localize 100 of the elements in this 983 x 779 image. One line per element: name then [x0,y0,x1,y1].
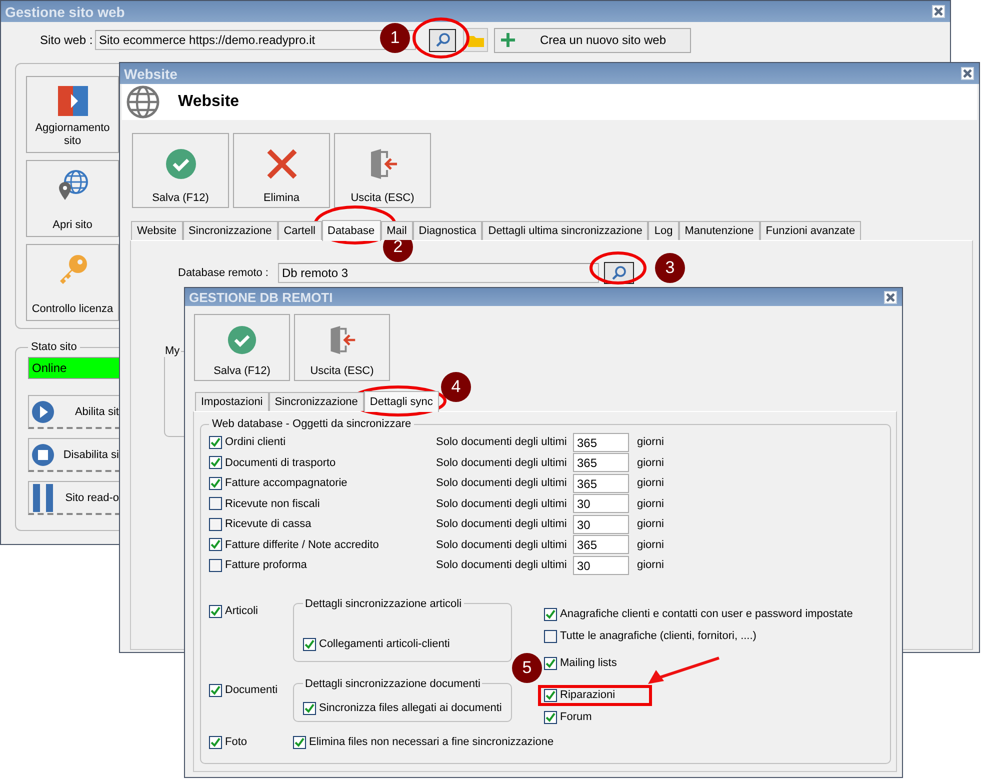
field-label: Solo documenti degli ultimi [436,538,568,551]
checkbox-label: Ordini clienti [225,436,286,448]
tab[interactable]: Sincronizzazione [268,392,364,411]
tab[interactable]: Dettagli sync [364,391,439,412]
checkbox[interactable] [544,710,557,724]
checkbox[interactable] [544,608,557,620]
checkbox-label: Ricevute non fiscali [225,498,320,510]
days-field[interactable]: 365 [573,432,629,452]
tab[interactable]: Cartell [278,221,322,240]
plus-icon [500,32,516,48]
checkbox-label: Articoli [225,605,258,617]
checkbox-label: Anagrafiche clienti e contatti con user e password impostate [560,608,853,620]
update-icon [56,85,88,117]
checkbox[interactable] [209,476,222,490]
checkbox[interactable] [209,456,222,470]
window-heading: Website [178,93,240,111]
checkbox-label: Tutte le anagrafiche (clienti, fornitori, ....) [560,630,756,642]
checkbox-label: Foto [225,736,248,748]
field-label: Solo documenti degli ultimi [436,559,568,572]
checkbox-label: Elimina files non necessari a fine sincronizzazione [309,736,554,748]
toolbar-button[interactable]: Uscita (ESC) [294,314,390,381]
field-label: Solo documenti degli ultimi [436,477,568,490]
globe-pin-icon [56,169,88,201]
delete-icon [266,148,298,180]
checkbox[interactable] [209,538,222,552]
status-field: Online [28,357,121,379]
search-icon [611,265,627,281]
search-button[interactable] [429,28,456,52]
window-title: GESTIONE DB REMOTI [189,290,333,304]
days-field[interactable]: 365 [573,474,629,493]
toolbar-button[interactable]: Elimina [233,133,330,208]
tab[interactable]: Website [131,221,183,240]
window-title: Gestione sito web [5,4,125,20]
tab[interactable]: Sincronizzazione [182,221,278,240]
side-button[interactable]: Controllo licenza [26,244,119,321]
group-title: Stato sito [30,341,78,353]
checkbox[interactable] [209,558,222,572]
close-button[interactable] [884,290,897,304]
group-title: Dettagli sincronizzazione documenti [304,678,482,690]
checkbox[interactable] [209,518,222,531]
new-site-button[interactable]: Crea un nuovo sito web [494,28,691,52]
window-title: Website [124,66,178,82]
unit-label: giorni [637,559,665,572]
status-button[interactable]: Sito read-o [28,481,121,515]
stop-icon [31,442,55,466]
checkbox[interactable] [209,497,222,510]
checkbox[interactable] [293,736,306,748]
toolbar-button[interactable]: Uscita (ESC) [334,133,431,208]
field-label: Sito web : [40,33,94,47]
close-button[interactable] [961,67,974,80]
days-field[interactable]: 30 [573,494,629,514]
checkbox-label: Fatture accompagnatorie [225,477,348,490]
checkbox[interactable] [209,736,222,748]
checkbox[interactable] [303,702,316,714]
tab[interactable]: Funzioni avanzate [760,221,862,240]
days-field[interactable]: 365 [573,453,629,472]
field-label: Database remoto : [178,267,270,279]
tab[interactable]: Mail [380,221,413,240]
unit-label: giorni [637,436,665,448]
checkbox[interactable] [209,604,222,618]
check-icon [164,148,196,180]
field-label: Solo documenti degli ultimi [436,456,568,469]
toolbar-button[interactable]: Salva (F12) [194,314,290,381]
checkbox-label: Forum [560,711,592,723]
days-field[interactable]: 30 [573,514,629,534]
close-button[interactable] [932,5,945,18]
tab[interactable]: Manutenzione [678,221,760,240]
checkbox-label: Ricevute di cassa [225,518,312,530]
unit-label: giorni [637,456,665,469]
globe-icon [126,85,160,119]
tab[interactable]: Log [648,221,679,240]
status-button[interactable]: Abilita sit [28,395,121,429]
checkbox[interactable] [544,656,557,670]
checkbox[interactable] [209,684,222,696]
tab[interactable]: Database [322,220,381,241]
checkbox[interactable] [544,688,557,702]
play-icon [31,400,55,424]
database-field[interactable]: Db remoto 3 [278,263,599,283]
days-field[interactable]: 30 [573,556,629,575]
group-title: Web database - Oggetti da sincronizzare [211,418,412,430]
field-label: Solo documenti degli ultimi [436,436,568,448]
checkbox-label: Documenti di trasporto [225,456,336,469]
side-button[interactable]: Apri sito [26,160,119,237]
toolbar-button[interactable]: Salva (F12) [132,133,229,208]
field-label: Solo documenti degli ultimi [436,498,568,510]
tab[interactable]: Diagnostica [412,221,482,240]
group-title: My [164,345,181,357]
checkbox-label: Documenti [225,684,278,696]
check-icon [227,325,257,355]
tab[interactable]: Dettagli ultima sincronizzazione [482,221,648,240]
days-field[interactable]: 365 [573,535,629,554]
search-icon [434,32,450,48]
checkbox[interactable] [209,436,222,449]
status-button[interactable]: Disabilita si [28,438,121,472]
checkbox-label: Collegamenti articoli-clienti [319,638,450,650]
unit-label: giorni [637,518,665,530]
tab[interactable]: Impostazioni [195,392,269,411]
checkbox[interactable] [544,630,557,642]
checkbox[interactable] [303,638,316,650]
side-button[interactable]: Aggiornamento sito [26,76,119,153]
